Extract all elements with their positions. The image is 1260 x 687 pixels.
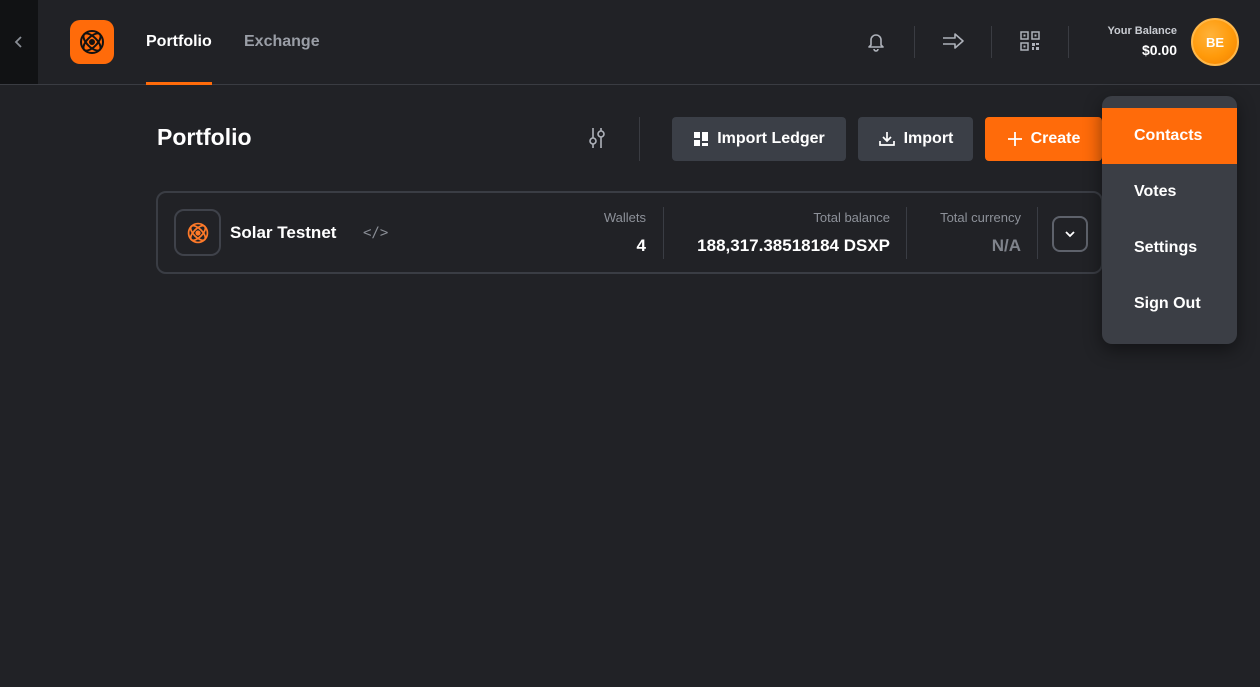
network-name: Solar Testnet xyxy=(230,223,337,242)
menu-item-votes[interactable]: Votes xyxy=(1102,164,1237,220)
card-divider xyxy=(906,207,907,259)
user-avatar[interactable]: BE xyxy=(1191,18,1239,66)
filter-button[interactable] xyxy=(584,125,610,151)
network-icon-box xyxy=(174,209,221,256)
menu-item-contacts[interactable]: Contacts xyxy=(1102,108,1237,164)
active-tab-indicator xyxy=(146,82,212,85)
balance-value: $0.00 xyxy=(1141,42,1177,58)
page-title: Portfolio xyxy=(157,124,252,150)
header-divider xyxy=(639,117,640,161)
user-dropdown-menu: Contacts Votes Settings Sign Out xyxy=(1102,96,1237,344)
code-icon: </> xyxy=(363,225,389,241)
top-divider xyxy=(914,26,915,58)
card-divider xyxy=(663,207,664,259)
chevron-down-icon xyxy=(1065,231,1075,238)
create-label: Create xyxy=(1030,130,1081,147)
total-balance-value: 188,317.38518184 DSXP xyxy=(697,236,890,255)
menu-item-label: Contacts xyxy=(1134,127,1203,144)
tab-exchange-label: Exchange xyxy=(244,33,320,50)
solar-network-icon xyxy=(187,222,208,243)
import-label: Import xyxy=(903,130,954,147)
menu-item-settings[interactable]: Settings xyxy=(1102,220,1237,276)
menu-item-sign-out[interactable]: Sign Out xyxy=(1102,276,1237,332)
network-card: Solar Testnet </> Wallets 4 Total balanc… xyxy=(156,191,1103,274)
avatar-initials: BE xyxy=(1205,34,1225,50)
notifications-button[interactable] xyxy=(863,28,889,54)
qr-scan-button[interactable] xyxy=(1017,28,1043,54)
tab-portfolio-label: Portfolio xyxy=(146,33,212,50)
import-ledger-button[interactable]: Import Ledger xyxy=(672,117,846,161)
chevron-left-icon xyxy=(14,36,22,48)
top-navigation-bar: Portfolio Exchange Your Balance $0.00 BE xyxy=(0,0,1260,85)
total-balance-label: Total balance xyxy=(813,210,890,225)
total-currency-label: Total currency xyxy=(940,210,1021,225)
top-divider xyxy=(1068,26,1069,58)
qr-code-icon xyxy=(1020,31,1040,51)
menu-item-label: Sign Out xyxy=(1134,295,1201,312)
bell-icon xyxy=(868,34,884,52)
send-arrow-icon xyxy=(943,33,964,49)
tab-portfolio[interactable]: Portfolio xyxy=(146,0,212,85)
import-ledger-label: Import Ledger xyxy=(717,130,825,147)
plus-icon xyxy=(1007,132,1022,146)
expand-network-button[interactable] xyxy=(1052,216,1088,252)
top-divider xyxy=(991,26,992,58)
collapse-sidebar-button[interactable] xyxy=(0,0,38,84)
tab-exchange[interactable]: Exchange xyxy=(244,0,320,84)
app-logo[interactable] xyxy=(70,20,114,64)
import-button[interactable]: Import xyxy=(858,117,973,161)
card-divider xyxy=(1037,207,1038,259)
send-button[interactable] xyxy=(940,28,966,54)
menu-item-label: Votes xyxy=(1134,183,1177,200)
menu-item-label: Settings xyxy=(1134,239,1198,256)
sliders-icon xyxy=(589,128,605,148)
balance-label: Your Balance xyxy=(1107,25,1178,37)
ledger-icon xyxy=(694,132,709,146)
wallets-label: Wallets xyxy=(603,210,646,225)
create-button[interactable]: Create xyxy=(985,117,1102,161)
import-icon xyxy=(878,132,895,146)
solar-logo-icon xyxy=(80,30,104,54)
wallets-value: 4 xyxy=(636,236,646,255)
total-currency-value: N/A xyxy=(991,236,1021,255)
